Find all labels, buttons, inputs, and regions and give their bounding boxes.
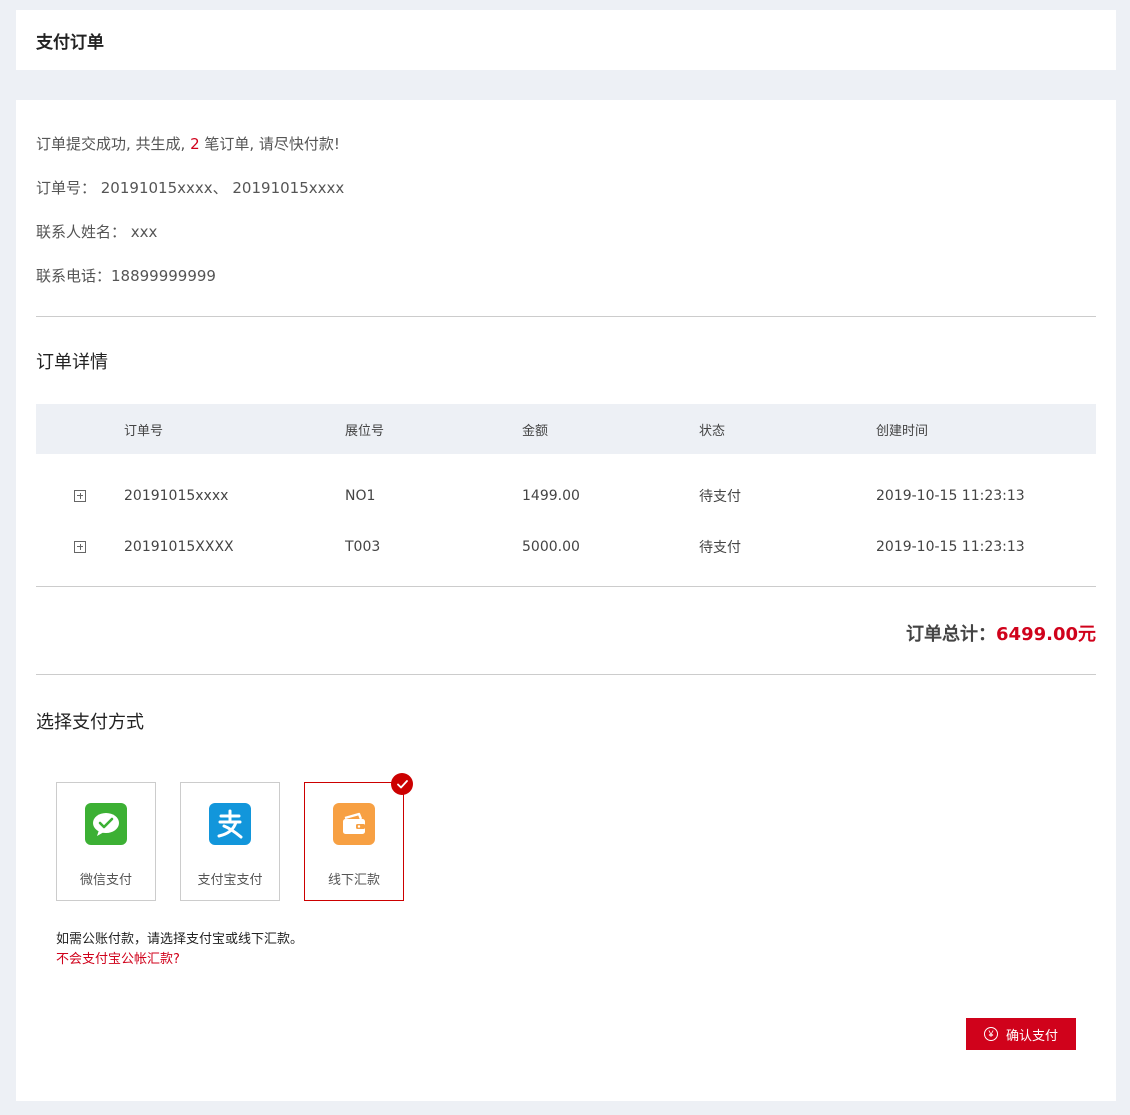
selected-check-icon	[391, 773, 413, 795]
order-numbers: 订单号： 20191015xxxx、 20191015xxxx	[36, 179, 345, 197]
expand-cell	[36, 540, 124, 553]
divider	[36, 674, 1096, 675]
page-title: 支付订单	[36, 32, 104, 53]
payment-method-title: 选择支付方式	[36, 712, 144, 733]
success-suffix: 笔订单, 请尽快付款!	[199, 135, 340, 153]
cell-amount: 5000.00	[522, 538, 580, 555]
table-row: 20191015xxxx NO1 1499.00 待支付 2019-10-15 …	[36, 470, 1096, 521]
table-header: 订单号 展位号 金额 状态 创建时间	[36, 404, 1096, 454]
payment-option-label: 微信支付	[79, 873, 132, 888]
payment-methods: 微信支付 支付宝支付 线下汇款	[56, 773, 428, 901]
column-header-order-no: 订单号	[124, 423, 164, 439]
payment-option-label: 线下汇款	[327, 873, 380, 888]
expand-cell	[36, 489, 124, 502]
order-success-message: 订单提交成功, 共生成, 2 笔订单, 请尽快付款!	[36, 130, 1096, 174]
column-header-status: 状态	[699, 423, 726, 439]
divider	[36, 316, 1096, 317]
cell-amount: 1499.00	[522, 487, 580, 504]
expand-plus-icon[interactable]	[74, 540, 86, 553]
order-total-amount: 6499.00元	[996, 624, 1096, 645]
column-header-amount: 金额	[522, 423, 549, 439]
cell-booth: T003	[345, 538, 381, 555]
table-row: 20191015XXXX T003 5000.00 待支付 2019-10-15…	[36, 521, 1096, 572]
wechat-icon	[85, 803, 127, 845]
column-header-booth: 展位号	[345, 423, 385, 439]
order-table: 订单号 展位号 金额 状态 创建时间 20191015xxxx NO1 1499…	[36, 404, 1096, 572]
success-prefix: 订单提交成功, 共生成,	[36, 135, 191, 153]
cell-created: 2019-10-15 11:23:13	[876, 487, 1025, 504]
payment-option-alipay[interactable]: 支付宝支付	[180, 782, 280, 901]
contact-name: 联系人姓名： xxx	[36, 223, 158, 241]
payment-option-wechat[interactable]: 微信支付	[56, 782, 156, 901]
order-summary: 订单提交成功, 共生成, 2 笔订单, 请尽快付款! 订单号： 20191015…	[36, 100, 1096, 306]
divider	[36, 586, 1096, 587]
order-total-label: 订单总计：	[906, 624, 997, 645]
alipay-help-link[interactable]: 不会支付宝公帐汇款?	[56, 948, 180, 967]
table-body: 20191015xxxx NO1 1499.00 待支付 2019-10-15 …	[36, 454, 1096, 572]
wallet-icon	[333, 803, 375, 845]
yen-icon: ¥	[983, 1027, 998, 1041]
order-count: 2	[190, 135, 200, 153]
payment-note: 如需公账付款，请选择支付宝或线下汇款。	[56, 932, 304, 947]
order-details-title: 订单详情	[36, 352, 108, 373]
column-header-created: 创建时间	[876, 423, 929, 439]
cell-order-no: 20191015xxxx	[124, 487, 229, 504]
cell-order-no: 20191015XXXX	[124, 538, 234, 555]
payment-option-label: 支付宝支付	[197, 873, 263, 888]
cell-status: 待支付	[699, 539, 741, 556]
contact-phone: 联系电话：18899999999	[36, 267, 216, 285]
cell-created: 2019-10-15 11:23:13	[876, 538, 1025, 555]
order-total: 订单总计：6499.00元	[906, 620, 1096, 646]
confirm-payment-label: 确认支付	[1005, 1027, 1058, 1043]
payment-option-offline[interactable]: 线下汇款	[304, 773, 413, 901]
expand-plus-icon[interactable]	[74, 489, 86, 502]
alipay-icon	[209, 803, 251, 845]
cell-status: 待支付	[699, 488, 741, 505]
page-header: 支付订单	[16, 10, 1116, 70]
confirm-payment-button[interactable]: ¥ 确认支付	[966, 1018, 1076, 1050]
main-panel: 订单提交成功, 共生成, 2 笔订单, 请尽快付款! 订单号： 20191015…	[16, 100, 1116, 1101]
cell-booth: NO1	[345, 487, 376, 504]
